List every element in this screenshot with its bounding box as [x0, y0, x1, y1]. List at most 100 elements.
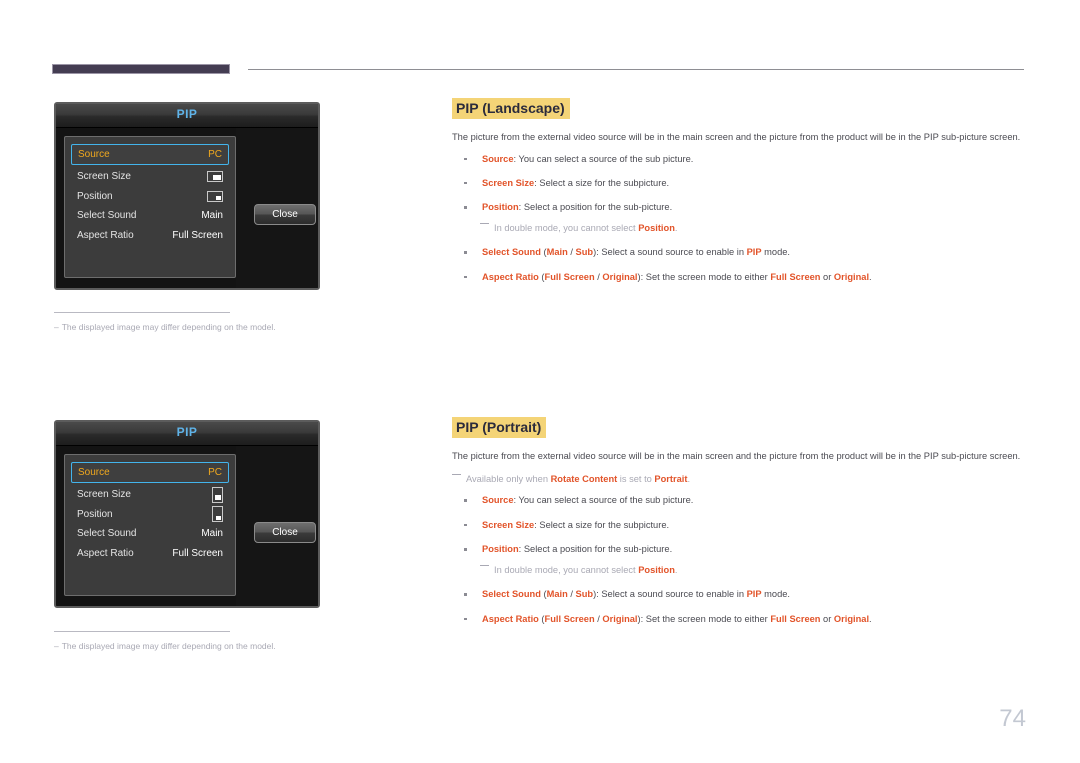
osd-row-label: Aspect Ratio — [77, 547, 134, 559]
bullet-text: : Select a position for the sub-picture. — [518, 202, 673, 213]
osd-close-button[interactable]: Close — [254, 522, 316, 543]
bullet-position: Position: Select a position for the sub-… — [452, 543, 1026, 557]
osd-row-value: Main — [201, 210, 223, 222]
section-intro-landscape: The picture from the external video sour… — [452, 132, 1021, 143]
bullet-select-sound: Select Sound (Main / Sub): Select a soun… — [452, 588, 1026, 602]
availability-note: Available only when Rotate Content is se… — [452, 473, 1026, 487]
bullet-list-portrait: Source: You can select a source of the s… — [452, 494, 1026, 626]
bullet-dot-icon — [464, 593, 467, 596]
bullet-dot-icon — [464, 251, 467, 254]
bullet-dot-icon — [464, 157, 467, 160]
bullet-tail: . — [869, 613, 872, 624]
header-thin-line — [248, 69, 1024, 70]
osd-row-aspect-ratio[interactable]: Aspect Ratio Full Screen — [71, 226, 229, 246]
osd-row-label: Source — [78, 149, 110, 160]
bullet-aspect-ratio: Aspect Ratio (Full Screen / Original): S… — [452, 271, 1026, 285]
em-dash-icon: – — [54, 322, 59, 332]
bullet-mode-pip: PIP — [746, 589, 762, 600]
bullet-tail: mode. — [761, 247, 791, 258]
osd-row-select-sound[interactable]: Select Sound Main — [71, 524, 229, 544]
bullet-list-landscape: Source: You can select a source of the s… — [452, 153, 1026, 285]
bullet-term: Select Sound — [482, 247, 541, 258]
figure-note-text: The displayed image may differ depending… — [61, 641, 276, 651]
osd-row-label: Position — [77, 190, 113, 202]
figure-note-portrait: – The displayed image may differ dependin… — [54, 631, 374, 651]
bullet-screen-size: Screen Size: Select a size for the subpi… — [452, 177, 1026, 191]
position-portrait-icon — [212, 506, 223, 523]
subnote-term: Position — [638, 564, 675, 575]
bullet-dot-icon — [464, 548, 467, 551]
osd-mockup-landscape: PIP Source PC Screen Size Position Selec… — [54, 102, 320, 290]
osd-row-value: Full Screen — [172, 547, 223, 559]
bullet-value-full-screen: Full Screen — [770, 271, 821, 282]
osd-row-select-sound[interactable]: Select Sound Main — [71, 206, 229, 226]
bullet-select-sound: Select Sound (Main / Sub): Select a soun… — [452, 246, 1026, 260]
osd-close-button[interactable]: Close — [254, 204, 316, 225]
bullet-term: Source — [482, 153, 514, 164]
bullet-separator: / — [567, 589, 576, 600]
bullet-screen-size: Screen Size: Select a size for the subpi… — [452, 519, 1026, 533]
subnote-prefix: In double mode, you cannot select — [494, 564, 639, 575]
bullet-dot-icon — [464, 499, 467, 502]
em-dash-icon — [452, 473, 461, 475]
screen-size-landscape-icon — [207, 171, 223, 183]
section-intro-portrait: The picture from the external video sour… — [452, 451, 1021, 462]
availability-note-prefix: Available only when — [466, 473, 551, 484]
bullet-position: Position: Select a position for the sub-… — [452, 201, 1026, 215]
em-dash-icon: – — [54, 641, 59, 651]
bullet-value-full-screen: Full Screen — [770, 613, 821, 624]
bullet-text: : You can select a source of the sub pic… — [513, 495, 694, 506]
osd-row-aspect-ratio[interactable]: Aspect Ratio Full Screen — [71, 544, 229, 564]
osd-row-label: Screen Size — [77, 489, 131, 501]
bullet-value-original: Original — [833, 271, 870, 282]
em-dash-icon — [480, 222, 489, 225]
bullet-term: Screen Size — [482, 519, 535, 530]
osd-row-label: Select Sound — [77, 528, 137, 540]
osd-titlebar: PIP — [56, 422, 318, 446]
bullet-source: Source: You can select a source of the s… — [452, 494, 1026, 508]
bullet-dot-icon — [464, 181, 467, 185]
availability-note-suffix: . — [687, 473, 691, 484]
osd-row-source[interactable]: Source PC — [71, 144, 229, 165]
osd-row-label: Source — [78, 467, 110, 478]
bullet-mode-pip: PIP — [746, 247, 762, 258]
bullet-text: : You can select a source of the sub pic… — [513, 153, 694, 164]
bullet-term: Position — [482, 544, 519, 555]
page-number: 74 — [999, 705, 1026, 732]
osd-row-value: PC — [208, 149, 222, 160]
section-portrait: PIP (Portrait) The picture from the exte… — [452, 417, 1026, 637]
osd-row-source[interactable]: Source PC — [71, 462, 229, 483]
subnote-suffix: . — [674, 564, 678, 575]
bullet-text: : Select a size for the subpicture. — [534, 177, 670, 188]
osd-row-label: Position — [77, 508, 113, 520]
bullet-tail: . — [869, 271, 872, 282]
subnote-position: In double mode, you cannot select Positi… — [452, 564, 1026, 578]
osd-row-value: PC — [208, 467, 222, 478]
osd-row-screen-size[interactable]: Screen Size — [71, 485, 229, 505]
osd-titlebar: PIP — [56, 104, 318, 128]
osd-row-label: Screen Size — [77, 171, 131, 183]
bullet-dot-icon — [464, 275, 467, 279]
osd-row-position[interactable]: Position — [71, 505, 229, 525]
section-title-landscape: PIP (Landscape) — [452, 98, 570, 120]
bullet-separator: / — [567, 247, 576, 258]
subnote-term: Position — [638, 222, 675, 233]
bullet-term: Position — [482, 202, 519, 213]
figure-note-text: The displayed image may differ depending… — [61, 322, 276, 332]
figure-note-text-wrap: – The displayed image may differ dependin… — [54, 641, 374, 651]
bullet-term: Aspect Ratio — [482, 271, 539, 282]
availability-note-term-portrait: Portrait — [654, 473, 688, 484]
bullet-dot-icon — [464, 206, 467, 209]
osd-title: PIP — [176, 425, 198, 439]
osd-row-position[interactable]: Position — [71, 187, 229, 207]
osd-side-panel: Close — [236, 446, 318, 606]
figure-note-text-wrap: – The displayed image may differ dependin… — [54, 322, 374, 332]
bullet-term: Source — [482, 495, 514, 506]
bullet-aspect-ratio: Aspect Ratio (Full Screen / Original): S… — [452, 613, 1026, 627]
position-landscape-icon — [207, 190, 223, 202]
osd-side-panel: Close — [236, 128, 318, 288]
osd-row-screen-size[interactable]: Screen Size — [71, 167, 229, 187]
section-landscape: PIP (Landscape) The picture from the ext… — [452, 98, 1026, 295]
header-accent-bar — [52, 64, 230, 74]
osd-menu-list: Source PC Screen Size Position Select So… — [64, 136, 236, 278]
